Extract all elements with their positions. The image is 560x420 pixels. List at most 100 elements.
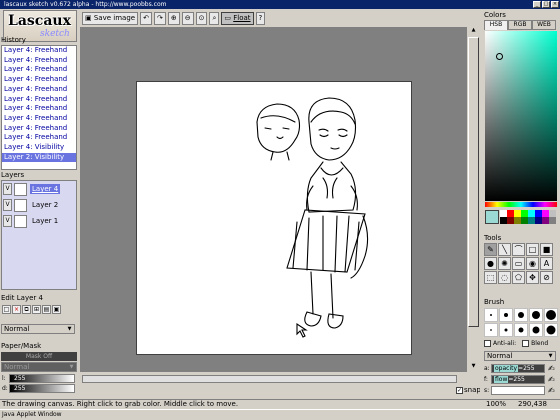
help-button[interactable]: ?: [255, 11, 266, 25]
curve-icon[interactable]: ⌒: [512, 243, 525, 256]
brush-size-9[interactable]: [529, 323, 543, 337]
antialias-checkbox[interactable]: [484, 340, 491, 347]
float-button[interactable]: ▭ Float: [221, 11, 254, 25]
canvas-viewport[interactable]: [80, 27, 466, 372]
move-icon[interactable]: ✥: [526, 271, 539, 284]
layer-options-icon[interactable]: ▣: [52, 305, 61, 314]
zoom-fit-button[interactable]: ⊙: [195, 11, 208, 25]
new-layer-icon[interactable]: □: [2, 305, 11, 314]
polygon-icon[interactable]: ⬠: [512, 271, 525, 284]
palette-swatch[interactable]: [507, 210, 514, 217]
brush-size-7[interactable]: [499, 323, 513, 337]
scroll-down-icon[interactable]: ▼: [468, 363, 479, 372]
palette-swatch[interactable]: [514, 217, 521, 224]
brush-size-5[interactable]: [544, 308, 558, 322]
brush-size-3[interactable]: [514, 308, 528, 322]
palette-swatch[interactable]: [500, 217, 507, 224]
mask-off-button[interactable]: Mask Off: [1, 352, 77, 361]
merge-layer-icon[interactable]: ⊞: [32, 305, 41, 314]
history-list[interactable]: Layer 4: Freehand Layer 4: Freehand Layer …: [1, 45, 77, 170]
paper-mode-select[interactable]: Normal ▼: [1, 362, 77, 372]
zoom-in-button[interactable]: ⊕: [167, 11, 180, 25]
save-image-button[interactable]: ▣ Save image: [82, 11, 139, 25]
saturation-value-picker[interactable]: [485, 31, 557, 201]
pressure-icon[interactable]: ✍: [548, 364, 557, 373]
maximize-button[interactable]: □: [542, 1, 550, 8]
eyedropper-icon[interactable]: ⊘: [540, 271, 553, 284]
current-color-swatch[interactable]: [485, 210, 499, 224]
palette-swatch[interactable]: [528, 210, 535, 217]
history-item[interactable]: Layer 4: Freehand: [2, 46, 76, 56]
rectangle-icon[interactable]: □: [526, 243, 539, 256]
text-icon[interactable]: A: [540, 257, 553, 270]
tab-rgb[interactable]: RGB: [508, 20, 532, 30]
flow-slider[interactable]: flow=255: [491, 375, 545, 384]
blend-checkbox[interactable]: [522, 340, 530, 347]
history-item[interactable]: Layer 4: Freehand: [2, 65, 76, 75]
lightness-slider[interactable]: 255: [9, 374, 75, 383]
history-item[interactable]: Layer 4: Visibility: [2, 143, 76, 153]
clear-layer-icon[interactable]: ▤: [42, 305, 51, 314]
palette-swatch[interactable]: [514, 210, 521, 217]
brush-size-8[interactable]: [514, 323, 528, 337]
history-item[interactable]: Layer 2: Visibility: [2, 152, 76, 163]
tab-web[interactable]: WEB: [532, 20, 556, 30]
tab-hsb[interactable]: HSB: [484, 20, 508, 30]
horizontal-scrollbar[interactable]: [82, 375, 457, 383]
size-slider[interactable]: [491, 386, 545, 395]
delete-layer-icon[interactable]: ×: [12, 305, 21, 314]
visibility-toggle[interactable]: V: [3, 199, 12, 211]
brush-icon[interactable]: ●: [484, 257, 497, 270]
zoom-out-button[interactable]: ⊖: [181, 11, 194, 25]
palette-swatch[interactable]: [535, 217, 542, 224]
redo-button[interactable]: ↷: [153, 11, 166, 25]
close-button[interactable]: ×: [551, 1, 559, 8]
line-icon[interactable]: ╲: [498, 243, 511, 256]
pressure-icon[interactable]: ✍: [548, 375, 557, 384]
darkness-slider[interactable]: 255: [9, 384, 75, 393]
zoom-reset-button[interactable]: ⌕: [209, 11, 220, 25]
duplicate-layer-icon[interactable]: ⧉: [22, 305, 31, 314]
palette-swatch[interactable]: [500, 210, 507, 217]
visibility-toggle[interactable]: V: [3, 183, 12, 195]
palette-swatch[interactable]: [521, 217, 528, 224]
lasso-icon[interactable]: ◌: [498, 271, 511, 284]
hue-slider[interactable]: [485, 202, 557, 207]
palette-swatch[interactable]: [549, 210, 556, 217]
fill-rect-icon[interactable]: ■: [540, 243, 553, 256]
brush-size-1[interactable]: [484, 308, 498, 322]
history-item[interactable]: Layer 4: Freehand: [2, 75, 76, 85]
layers-list[interactable]: V Layer 4 V Layer 2 V Layer 1: [1, 180, 77, 290]
history-item[interactable]: Layer 4: Freehand: [2, 104, 76, 114]
pencil-icon[interactable]: ✎: [484, 243, 497, 256]
history-item[interactable]: Layer 4: Freehand: [2, 124, 76, 134]
layer-row[interactable]: V Layer 2: [2, 197, 76, 213]
minimize-button[interactable]: _: [533, 1, 541, 8]
drawing-canvas[interactable]: [136, 81, 412, 355]
antialias-toggle[interactable]: Anti-ali: Blend: [484, 340, 548, 347]
brush-size-6[interactable]: [484, 323, 498, 337]
airbrush-icon[interactable]: ✺: [498, 257, 511, 270]
history-item[interactable]: Layer 4: Freehand: [2, 56, 76, 66]
palette-swatch[interactable]: [535, 210, 542, 217]
brush-mode-select[interactable]: Normal ▼: [484, 351, 556, 361]
palette-swatch[interactable]: [549, 217, 556, 224]
select-icon[interactable]: ⬚: [484, 271, 497, 284]
palette-swatch[interactable]: [507, 217, 514, 224]
scroll-up-icon[interactable]: ▲: [468, 27, 479, 36]
bucket-icon[interactable]: ◉: [526, 257, 539, 270]
undo-button[interactable]: ↶: [140, 11, 152, 25]
snap-toggle[interactable]: ✓ snap: [456, 386, 481, 394]
palette-swatch[interactable]: [542, 217, 549, 224]
history-item[interactable]: Layer 4: Freehand: [2, 133, 76, 143]
layer-blend-select[interactable]: Normal ▼: [1, 324, 75, 334]
opacity-slider[interactable]: opacity=255: [491, 364, 545, 373]
layer-row[interactable]: V Layer 4: [2, 181, 76, 197]
vertical-scroll-thumb[interactable]: [468, 37, 479, 327]
snap-checkbox[interactable]: ✓: [456, 386, 463, 394]
brush-size-4[interactable]: [529, 308, 543, 322]
brush-size-2[interactable]: [499, 308, 513, 322]
palette-swatch[interactable]: [521, 210, 528, 217]
visibility-toggle[interactable]: V: [3, 215, 12, 227]
layer-row[interactable]: V Layer 1: [2, 213, 76, 229]
